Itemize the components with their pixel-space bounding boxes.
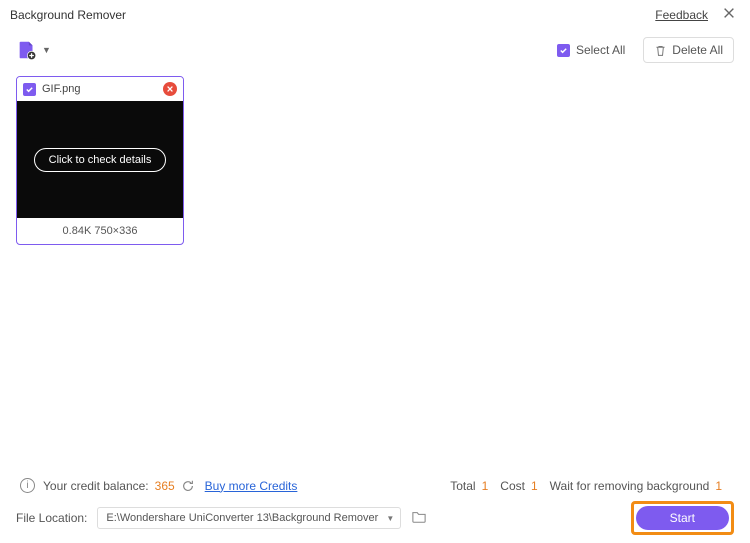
stats-total-value: 1 <box>482 479 489 493</box>
toolbar: ▼ Select All Delete All <box>0 30 750 70</box>
close-icon[interactable] <box>718 6 740 25</box>
refresh-icon[interactable] <box>181 479 195 493</box>
file-meta: 0.84K 750×336 <box>17 218 183 244</box>
credits-bar: i Your credit balance: 365 Buy more Cred… <box>0 478 750 493</box>
stats-cost-value: 1 <box>531 479 538 493</box>
file-checkbox[interactable] <box>23 83 36 96</box>
file-location-path: E:\Wondershare UniConverter 13\Backgroun… <box>106 512 378 524</box>
remove-file-button[interactable] <box>163 82 177 96</box>
stats-cost-label: Cost <box>500 479 525 493</box>
titlebar: Background Remover Feedback <box>0 0 750 30</box>
credit-amount: 365 <box>155 479 175 493</box>
app-title: Background Remover <box>10 8 655 22</box>
file-thumbnail[interactable]: Click to check details <box>17 101 183 218</box>
file-location-select[interactable]: E:\Wondershare UniConverter 13\Backgroun… <box>97 507 401 529</box>
check-details-button[interactable]: Click to check details <box>34 148 167 172</box>
file-grid: GIF.png Click to check details 0.84K 750… <box>0 70 750 251</box>
file-card: GIF.png Click to check details 0.84K 750… <box>16 76 184 245</box>
file-location-label: File Location: <box>16 511 87 525</box>
chevron-down-icon: ▼ <box>386 514 394 523</box>
credit-balance-label: Your credit balance: <box>43 479 149 493</box>
select-all-label: Select All <box>576 43 625 57</box>
delete-all-label: Delete All <box>672 43 723 57</box>
start-highlight: Start <box>631 501 734 535</box>
info-icon[interactable]: i <box>20 478 35 493</box>
open-folder-button[interactable] <box>411 510 427 527</box>
file-card-header: GIF.png <box>17 77 183 101</box>
chevron-down-icon: ▼ <box>42 45 51 55</box>
delete-all-button[interactable]: Delete All <box>643 37 734 63</box>
footer: File Location: E:\Wondershare UniConvert… <box>0 501 750 535</box>
stats-wait-value: 1 <box>715 479 722 493</box>
trash-icon <box>654 44 667 57</box>
add-file-icon <box>16 39 38 61</box>
buy-credits-link[interactable]: Buy more Credits <box>205 479 298 493</box>
start-button[interactable]: Start <box>636 506 729 530</box>
select-all-checkbox[interactable]: Select All <box>557 43 625 57</box>
close-icon <box>166 85 174 93</box>
checkbox-icon <box>557 44 570 57</box>
stats-total-label: Total <box>450 479 475 493</box>
feedback-link[interactable]: Feedback <box>655 8 708 22</box>
stats: Total 1 Cost 1 Wait for removing backgro… <box>450 479 730 493</box>
file-name: GIF.png <box>42 83 163 95</box>
folder-icon <box>411 510 427 524</box>
stats-wait-label: Wait for removing background <box>550 479 710 493</box>
add-file-button[interactable]: ▼ <box>16 39 51 61</box>
